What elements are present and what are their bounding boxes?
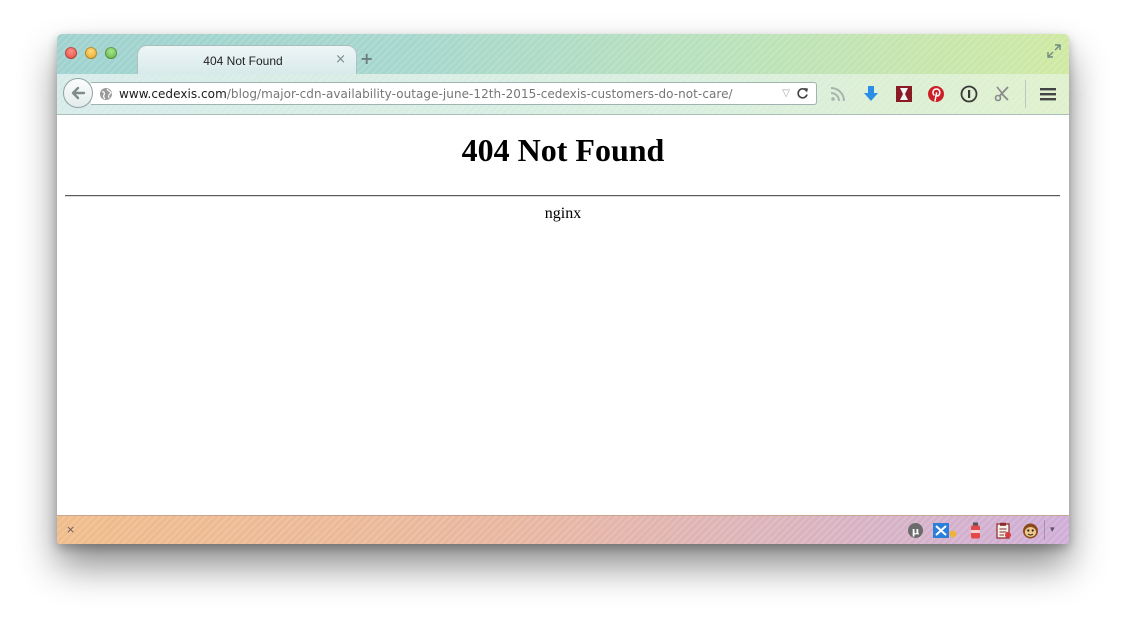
network-tool-icon[interactable] [933,522,957,539]
one-password-icon[interactable] [960,85,978,103]
back-arrow-icon [71,86,86,100]
page-content: 404 Not Found nginx [57,115,1069,515]
bottle-icon[interactable] [967,522,984,539]
browser-window: 404 Not Found × + www.cedexis.com/blog/m… [57,34,1069,544]
url-bar[interactable]: www.cedexis.com/blog/major-cdn-availabil… [91,82,817,105]
addon-bar-more-icon[interactable]: ▾ [1050,525,1055,535]
back-button[interactable] [63,78,93,108]
pinterest-icon[interactable] [927,85,945,103]
fullscreen-arrows-icon[interactable] [1047,44,1061,58]
hamburger-menu-icon[interactable] [1039,85,1057,103]
tab-title: 404 Not Found [203,54,283,68]
toolbar-separator [1025,80,1026,108]
reload-icon[interactable] [796,87,809,100]
tab-strip: 404 Not Found × + [57,34,1069,76]
minimize-window-button[interactable] [85,47,97,59]
svg-text:µ: µ [912,526,920,537]
rss-feed-icon[interactable] [829,85,847,103]
addon-bar-close-icon[interactable]: × [66,523,75,536]
download-arrow-icon[interactable] [862,85,880,103]
close-window-button[interactable] [65,47,77,59]
scissors-tool-icon[interactable] [993,85,1011,103]
globe-icon [100,88,112,100]
tab-active[interactable]: 404 Not Found × [137,45,357,76]
server-signature: nginx [544,205,582,222]
clipboard-icon[interactable] [995,522,1012,539]
url-history-dropdown-icon[interactable]: ▽ [782,88,790,99]
horizontal-divider [65,195,1060,197]
addon-bar: × µ ▾ [57,515,1069,544]
addon-bar-separator [1044,520,1045,540]
page-title: 404 Not Found [461,132,665,168]
tab-close-icon[interactable]: × [335,52,346,67]
ublock-icon[interactable]: µ [907,522,924,539]
url-path: /blog/major-cdn-availability-outage-june… [226,87,733,101]
monkey-face-icon[interactable] [1022,522,1039,539]
new-tab-button[interactable]: + [360,49,373,68]
zoom-window-button[interactable] [105,47,117,59]
url-text[interactable]: www.cedexis.com/blog/major-cdn-availabil… [119,87,733,101]
url-host: www.cedexis.com [119,87,227,101]
bookmark-ribbon-icon[interactable] [895,85,913,103]
navigation-toolbar: www.cedexis.com/blog/major-cdn-availabil… [57,74,1069,115]
